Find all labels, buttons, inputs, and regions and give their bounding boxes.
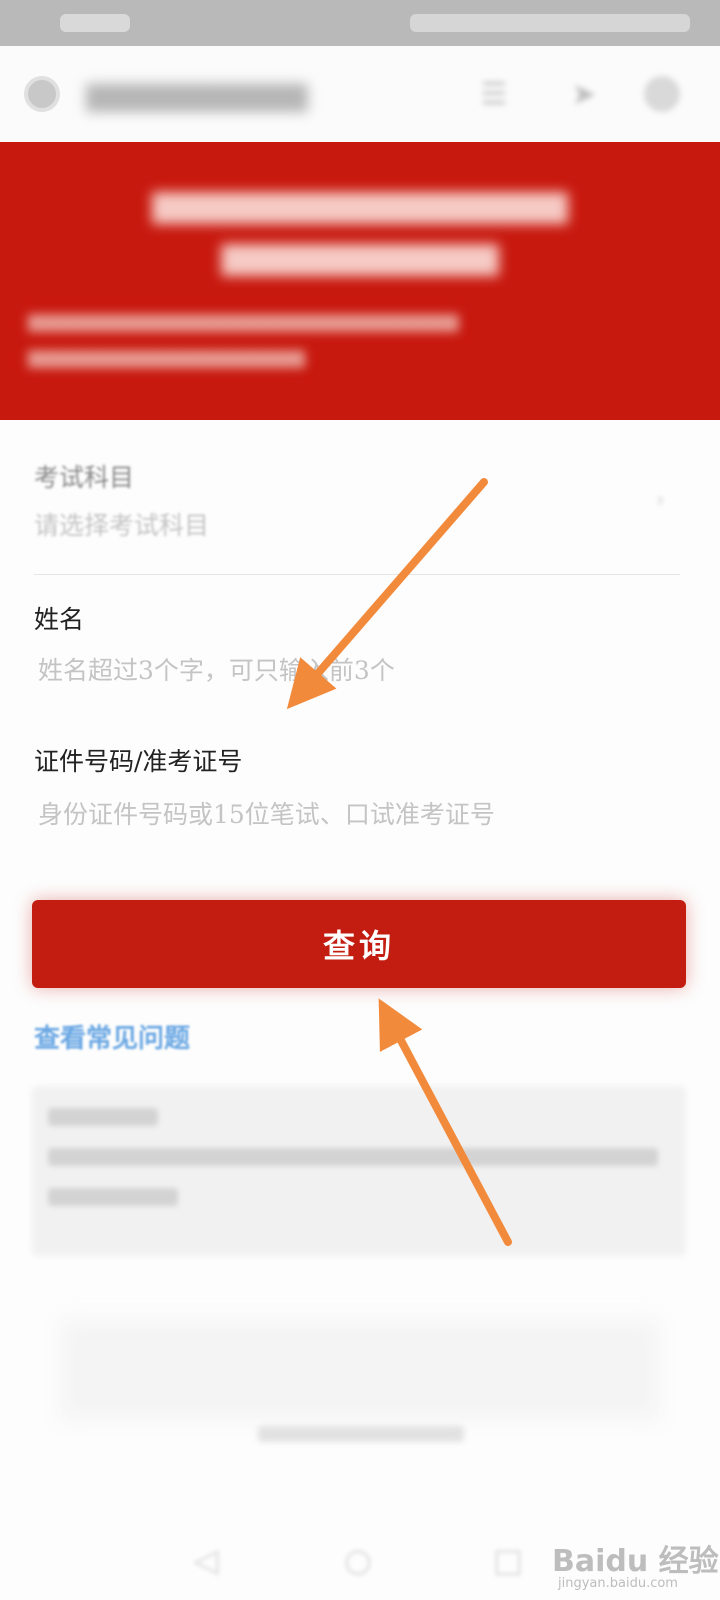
banner-description-blurred: ▆▆▆▆▆▆▆▆▆▆▆▆▆▆▆▆▆▆▆▆▆▆▆▆▆▆▆▆ ▆▆▆▆▆▆▆▆▆▆▆▆… [28, 308, 459, 368]
faq-link[interactable]: 查看常见问题 [34, 1018, 190, 1055]
tips-line [48, 1108, 158, 1126]
footer-text-blurred [258, 1426, 464, 1442]
recents-icon[interactable]: □ [490, 1541, 526, 1579]
tips-box [32, 1086, 686, 1256]
subject-label: 考试科目 [34, 463, 135, 492]
share-icon[interactable]: ➤ [566, 76, 602, 112]
status-icons [410, 14, 690, 32]
banner-title-blurred: ▆▆▆▆▆▆▆▆▆▆▆▆▆▆▆ ▆▆▆▆▆▆▆▆▆▆ [152, 183, 568, 276]
divider [34, 574, 680, 575]
watermark: Baidu 经验 jingyan.baidu.com [552, 1534, 719, 1594]
more-icon[interactable] [644, 76, 680, 112]
header-banner: ▆▆▆▆▆▆▆▆▆▆▆▆▆▆▆ ▆▆▆▆▆▆▆▆▆▆ ▆▆▆▆▆▆▆▆▆▆▆▆▆▆… [0, 142, 720, 420]
query-button[interactable]: 查询 [32, 900, 686, 988]
chevron-right-icon: › [656, 488, 665, 513]
name-input[interactable] [34, 650, 602, 690]
tips-line [48, 1148, 658, 1166]
app-titlebar: ▆▆▆▆▆▆▆▆▆ ☰ ➤ [0, 46, 720, 142]
home-icon[interactable]: ○ [340, 1541, 376, 1579]
footer-block [60, 1320, 660, 1420]
back-icon[interactable]: ◁ [188, 1541, 224, 1579]
id-number-input[interactable] [34, 794, 602, 834]
status-time [60, 14, 130, 32]
app-logo-icon [24, 76, 60, 112]
name-label: 姓名 [34, 605, 85, 634]
id-number-label: 证件号码/准考证号 [34, 747, 243, 776]
page-title-blurred: ▆▆▆▆▆▆▆▆▆ [86, 74, 308, 112]
watermark-logo-text: Baidu 经验 [552, 1544, 719, 1579]
status-bar [0, 0, 720, 46]
tips-line [48, 1188, 178, 1206]
menu-icon[interactable]: ☰ [476, 76, 512, 112]
subject-select[interactable]: 请选择考试科目 [34, 506, 674, 550]
watermark-url: jingyan.baidu.com [558, 1576, 678, 1591]
